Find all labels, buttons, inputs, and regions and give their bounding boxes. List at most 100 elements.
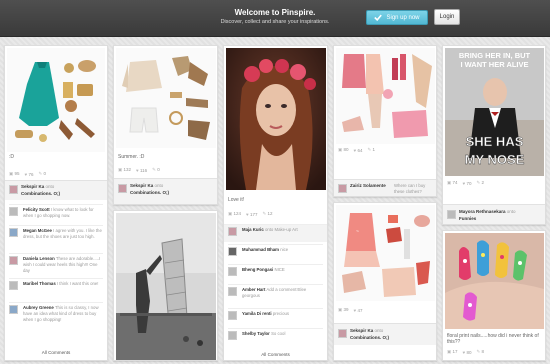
pin-stats: ▣ 132 ♥ 116 ✎ 0 [118,167,160,173]
meme-text-top-2: I WANT HER ALIVE [460,60,528,69]
top-banner: Welcome to Pinspire. Discover, collect a… [0,0,550,37]
pin-stats: ▣ 95 ♥ 76 ✎ 0 [9,171,47,177]
pin-image[interactable] [116,213,216,361]
onto-label: onto [154,183,164,188]
avatar[interactable] [118,184,127,193]
avatar[interactable] [228,331,237,340]
commenter-name[interactable]: Yamila Di renti [242,311,272,316]
signup-button[interactable]: Sign up now [366,10,428,25]
avatar[interactable] [338,184,347,193]
pin-comment-text: Where can I buy these clothes? [394,183,426,194]
avatar[interactable] [9,305,18,314]
commenter-name[interactable]: Daniela Lenson [23,256,55,261]
pinner-name[interactable]: Mayora Rethnasekara [459,209,506,214]
pinner-name[interactable]: Sekspir Ka [350,328,373,333]
pin-card-1[interactable]: :D ▣ 95 ♥ 76 ✎ 0 Sekspir Ka onto Combina… [4,45,108,361]
pin-attribution[interactable]: Sekspir Ka onto Combinations. O;) [114,178,217,204]
onto-label: onto [506,209,516,214]
comment-1: Felicity Scott I know what to look for w… [9,204,103,223]
commenter-name[interactable]: Amber Hart [242,287,265,292]
pin-image[interactable]: BRING HER IN, BUT I WANT HER ALIVE SHE H… [445,48,544,176]
pin-card-5[interactable]: ~ ▣ 39 ♥ 47 Sekspir Ka onto Combinations… [333,202,437,361]
avatar[interactable] [9,185,18,194]
pin-card-6[interactable]: BRING HER IN, BUT I WANT HER ALIVE SHE H… [442,45,546,225]
pin-stats: ▣ 74 ♥ 70 ✎ 2 [447,180,485,186]
pin-image[interactable] [226,48,326,190]
comment-text: precious [272,311,290,316]
commenter-name[interactable]: Shelby Taylor [242,331,270,336]
pin-stats: ▣ 124 ♥ 177 ✎ 12 [228,211,273,217]
pin-caption: Love it! [228,197,245,203]
comment-text: I think I want this one! [56,281,99,286]
commenter-name[interactable]: Bheng Pongasi [242,267,273,272]
pinner-name[interactable]: Sekspir Ka [130,183,153,188]
comment-3: Bheng Pongasi NICE [228,264,323,283]
avatar[interactable] [9,281,18,290]
like-icon: ♥ [462,180,466,186]
pin-attribution[interactable]: Zairiz Solamente Where can I buy these c… [334,179,436,196]
like-icon: ♥ [462,349,466,355]
comment-2: Muhammad Bham nice [228,244,323,263]
pin-card-7[interactable]: floral print nails.....how did i never t… [442,230,546,361]
pin-image[interactable] [7,48,105,152]
pin-image[interactable]: ~ [336,205,435,301]
board-name[interactable]: Funnies [459,216,476,221]
like-icon: ♥ [246,211,249,217]
avatar[interactable] [9,256,18,265]
pin-card-pisa[interactable] [113,210,218,361]
like-icon: ♥ [353,307,357,313]
commenter-name[interactable]: Maribel Thomas [23,281,56,286]
signup-label: Sign up now [386,14,420,21]
pin-attribution[interactable]: Sekspir Ka onto Combinations. O;) [334,323,436,345]
pin-image[interactable] [116,48,216,148]
avatar[interactable] [228,311,237,320]
pin-card-3[interactable]: Love it! ▣ 124 ♥ 177 ✎ 12 Maja Kuric ont… [223,45,328,361]
all-comments-link[interactable]: All Comments [5,350,107,355]
pin-attribution[interactable]: Mayora Rethnasekara onto Funnies [443,204,545,224]
check-icon [374,14,383,21]
avatar[interactable] [228,227,237,236]
commenter-name[interactable]: Megan McGee [23,228,52,233]
avatar[interactable] [9,228,18,237]
pin-stats: ▣ 17 ♥ 80 ✎ 8 [447,349,485,355]
comment-1: Maja Kuric onto Make-up Art [224,224,327,242]
repin-icon: ▣ [338,147,343,152]
board-name[interactable]: Combinations. O;) [21,191,60,196]
repin-icon: ▣ [118,167,123,172]
comment-6: Shelby Taylor So cool [228,328,323,347]
comment-icon: ✎ [476,180,481,185]
pin-card-2[interactable]: Summer. :D ▣ 132 ♥ 116 ✎ 0 Sekspir Ka on… [113,45,218,205]
avatar[interactable] [228,247,237,256]
avatar[interactable] [447,210,456,219]
onto-label: onto [45,184,55,189]
repin-icon: ▣ [9,171,14,176]
comment-icon: ✎ [367,147,372,152]
pinner-name[interactable]: Sekspir Ka [21,184,44,189]
pin-stats: ▣ 80 ♥ 64 ✎ 1 [338,147,376,153]
commenter-name[interactable]: Felicity Scott [23,207,50,212]
pin-image[interactable] [445,233,544,329]
comment-icon: ✎ [38,171,43,176]
comment-2: Megan McGee I agree with you. I like the… [9,225,103,244]
pin-image[interactable] [336,48,435,144]
commenter-name[interactable]: Maja Kuric [242,227,264,232]
avatar[interactable] [228,287,237,296]
pinner-name[interactable]: Zairiz Solamente [350,183,386,188]
like-icon: ♥ [24,171,28,177]
avatar[interactable] [228,267,237,276]
avatar[interactable] [9,207,18,216]
comment-4: Maribel Thomas I think I want this one! [9,278,103,297]
login-button[interactable]: Login [434,9,460,25]
board-name[interactable]: Combinations. O;) [130,190,169,195]
pin-caption: Summer. :D [118,154,145,160]
commenter-name[interactable]: Aubrey Greene [23,305,54,310]
board-name[interactable]: Combinations. O;) [350,335,389,340]
pin-card-4[interactable]: ▣ 80 ♥ 64 ✎ 1 Zairiz Solamente Where can… [333,45,437,197]
comment-icon: ✎ [262,211,267,216]
comment-text: NICE [274,267,285,272]
repin-icon: ▣ [338,307,343,312]
avatar[interactable] [338,329,347,338]
commenter-name[interactable]: Muhammad Bham [242,247,279,252]
all-comments-link[interactable]: All Comments [224,352,327,357]
pin-attribution[interactable]: Sekspir Ka onto Combinations. O;) [5,180,107,200]
